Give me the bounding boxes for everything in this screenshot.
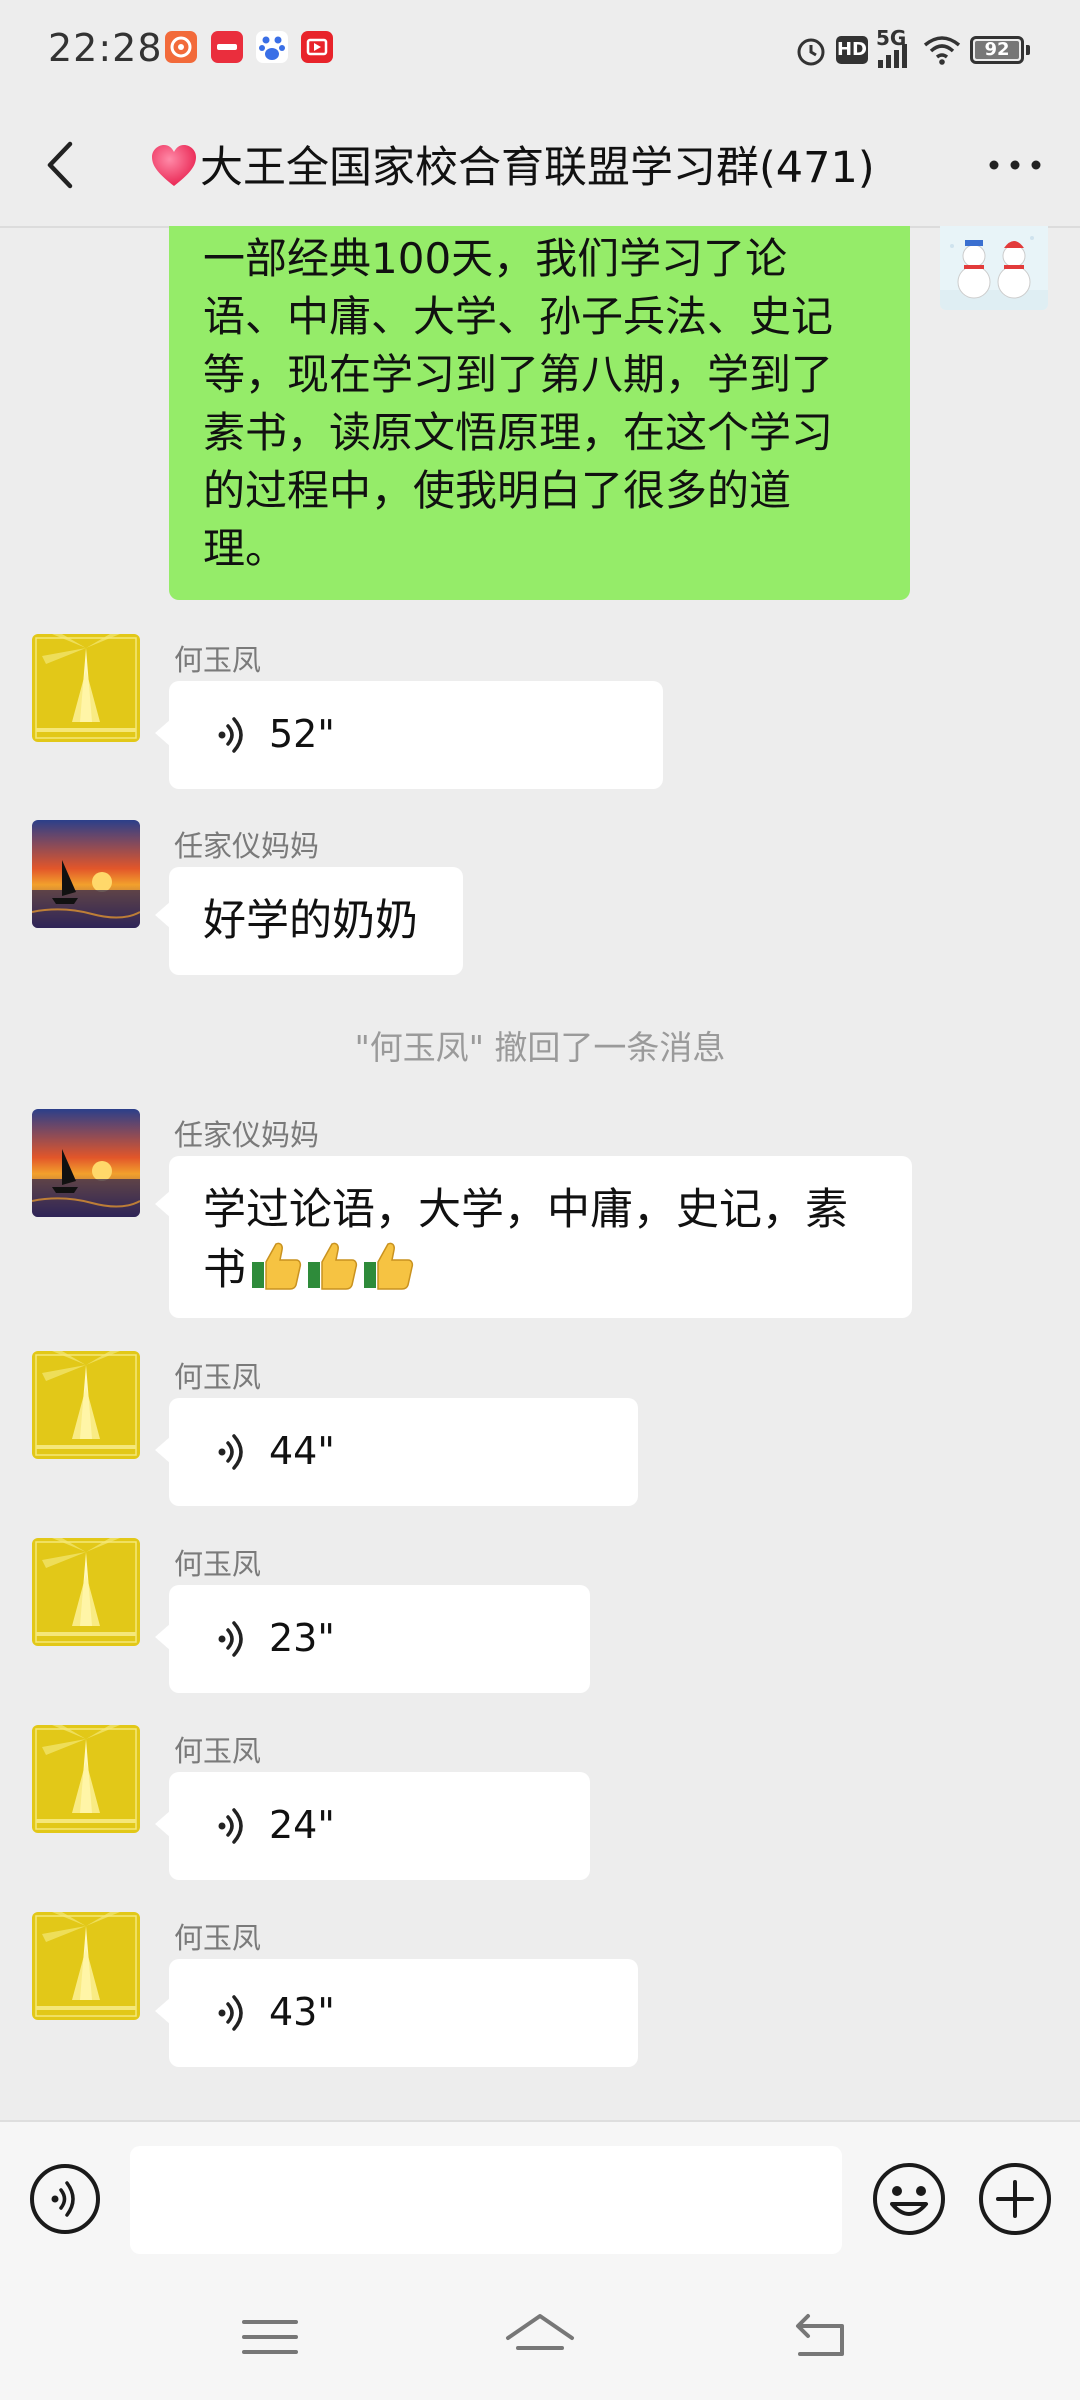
voice-wave-icon [218, 1995, 243, 2031]
thumbs-up-icon [308, 1242, 358, 1290]
voice-message-bubble[interactable]: 23" [155, 1585, 590, 1693]
text-message-bubble[interactable]: 好学的奶奶 [155, 867, 463, 975]
hd-badge: HD [836, 36, 868, 64]
sender-name: 何玉凤 [174, 1547, 262, 1581]
home-button[interactable] [500, 2302, 580, 2372]
wps-icon [165, 31, 197, 63]
message-text: 好学的奶奶 [203, 896, 418, 946]
voice-wave-icon [218, 1808, 243, 1844]
voice-wave-icon [218, 1434, 243, 1470]
system-icons: HD 5G 92 [794, 26, 1034, 72]
chat-header: 大王全国家校合育联盟学习群(471) [0, 100, 1080, 228]
status-bar: 22:28 HD 5G 92 [0, 0, 1080, 100]
voice-input-button[interactable] [28, 2162, 102, 2236]
back-button[interactable] [28, 130, 98, 200]
my-message-line: 一部经典100天，我们学习了论 [203, 234, 788, 283]
avatar[interactable] [32, 1538, 140, 1646]
system-notice: "何玉凤" 撤回了一条消息 [354, 1028, 726, 1067]
avatar[interactable] [32, 1109, 140, 1217]
voice-duration: 52" [269, 712, 335, 756]
chevron-left-icon [47, 141, 73, 189]
my-message-line: 素书，读原文悟原理，在这个学习 [203, 408, 834, 457]
sender-name: 何玉凤 [174, 1734, 262, 1768]
back-icon [796, 2314, 844, 2356]
voice-message-bubble[interactable]: 43" [155, 1959, 638, 2067]
heart-icon [152, 145, 196, 186]
plus-icon [979, 2163, 1051, 2235]
thumbs-up-icon [252, 1242, 302, 1290]
voice-message-bubble[interactable]: 44" [155, 1398, 638, 1506]
avatar[interactable] [32, 634, 140, 742]
home-icon [506, 2314, 574, 2350]
status-time: 22:28 [48, 26, 163, 70]
chat-title-text: 大王全国家校合育联盟学习群(471) [200, 143, 875, 193]
chat-screen: 22:28 HD 5G 92 大王全国家校合育联盟学习群(471) 一部经典10… [0, 0, 1080, 2400]
thumbs-up-icon [364, 1242, 414, 1290]
chat-title: 大王全国家校合育联盟学习群(471) [150, 133, 930, 195]
sender-name: 何玉凤 [174, 643, 262, 677]
baidu-icon [256, 31, 288, 63]
message-input[interactable] [130, 2146, 842, 2254]
system-nav-bar [0, 2280, 1080, 2400]
message-text-line: 学过论语，大学，中庸，史记，素 [203, 1185, 848, 1235]
voice-wave-icon [218, 717, 243, 753]
emoji-icon [873, 2163, 945, 2235]
alarm-icon [797, 38, 825, 66]
voice-message-bubble[interactable]: 24" [155, 1772, 590, 1880]
more-dots-icon [989, 160, 1041, 170]
battery-icon: 92 [970, 36, 1030, 64]
xiaohongshu-icon [211, 31, 243, 63]
avatar[interactable] [32, 1725, 140, 1833]
menu-icon [242, 2320, 298, 2354]
sender-name: 任家仪妈妈 [174, 829, 320, 863]
menu-button[interactable] [230, 2302, 310, 2372]
sender-name: 何玉凤 [174, 1360, 262, 1394]
voice-duration: 43" [269, 1990, 335, 2034]
signal-icon [878, 44, 907, 68]
avatar[interactable] [32, 1912, 140, 2020]
my-message-line: 语、中庸、大学、孙子兵法、史记 [203, 292, 834, 341]
voice-wave-icon [218, 1621, 243, 1657]
more-button[interactable] [980, 130, 1050, 200]
voice-input-icon [30, 2164, 100, 2234]
my-message-line: 理。 [203, 524, 288, 573]
back-nav-button[interactable] [782, 2302, 862, 2372]
my-avatar[interactable] [940, 226, 1048, 310]
text-message-bubble[interactable]: 学过论语，大学，中庸，史记，素 书 [155, 1156, 912, 1318]
voice-duration: 23" [269, 1616, 335, 1660]
sender-name: 何玉凤 [174, 1921, 262, 1955]
wifi-icon [923, 36, 961, 65]
message-text-line-2: 书 [203, 1240, 878, 1300]
more-functions-button[interactable] [976, 2160, 1054, 2238]
voice-duration: 44" [269, 1429, 335, 1473]
avatar[interactable] [32, 1351, 140, 1459]
video-app-icon [301, 31, 333, 63]
sender-name: 任家仪妈妈 [174, 1118, 320, 1152]
my-message-bubble[interactable]: 一部经典100天，我们学习了论 语、中庸、大学、孙子兵法、史记 等，现在学习到了… [169, 226, 910, 600]
avatar[interactable] [32, 820, 140, 928]
input-bar [0, 2120, 1080, 2280]
voice-message-bubble[interactable]: 52" [155, 681, 663, 789]
voice-duration: 24" [269, 1803, 335, 1847]
emoji-button[interactable] [870, 2160, 948, 2238]
my-message-line: 的过程中，使我明白了很多的道 [203, 466, 792, 515]
my-message-line: 等，现在学习到了第八期，学到了 [203, 350, 834, 399]
